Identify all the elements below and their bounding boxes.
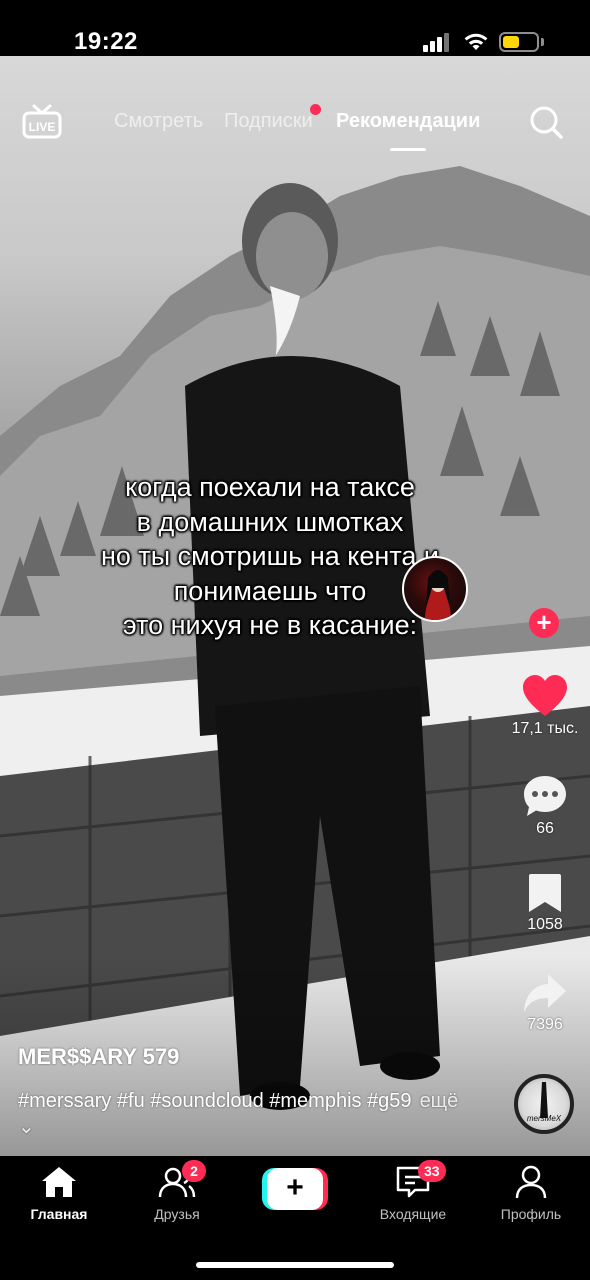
subscriptions-notification-dot — [310, 104, 321, 115]
tab-watch[interactable]: Смотреть — [114, 110, 203, 133]
battery-icon — [499, 32, 539, 52]
author-name[interactable]: MER$$ARY 579 — [18, 1044, 179, 1070]
comment-button[interactable]: 66 — [500, 774, 590, 838]
nav-profile[interactable]: Профиль — [476, 1164, 586, 1222]
nav-friends[interactable]: 2 Друзья — [122, 1160, 232, 1222]
nav-inbox[interactable]: 33 Входящие — [358, 1160, 468, 1222]
author-avatar[interactable] — [402, 556, 468, 622]
top-navigation: LIVE Смотреть Подписки Рекомендации — [0, 96, 590, 156]
share-arrow-icon — [524, 974, 566, 1012]
comment-count: 66 — [536, 820, 554, 837]
music-disc[interactable]: mersMeX — [514, 1074, 574, 1134]
search-icon[interactable] — [528, 104, 564, 140]
status-bar: 19:22 — [0, 0, 590, 56]
bookmark-icon — [529, 874, 561, 912]
create-button[interactable]: + — [262, 1168, 328, 1210]
more-label: ещё — [419, 1090, 459, 1112]
active-tab-indicator — [390, 148, 426, 151]
music-label: mersMeX — [526, 1114, 562, 1123]
nav-profile-label: Профиль — [500, 1206, 562, 1222]
nav-home[interactable]: Главная — [4, 1164, 114, 1222]
save-button[interactable]: 1058 — [500, 872, 590, 934]
plus-icon: + — [267, 1168, 323, 1210]
tab-subscriptions[interactable]: Подписки — [224, 110, 313, 133]
status-time: 19:22 — [74, 28, 138, 55]
nav-inbox-label: Входящие — [379, 1206, 447, 1222]
wifi-icon — [464, 33, 488, 50]
share-button[interactable]: 7396 — [500, 972, 590, 1034]
signal-icon — [423, 32, 451, 52]
hashtags[interactable]: #merssary #fu #soundcloud #memphis #g59 — [18, 1090, 412, 1112]
caption-line: в домашних шмотках — [136, 506, 404, 537]
home-indicator — [196, 1262, 394, 1268]
video-description: #merssary #fu #soundcloud #memphis #g59 е… — [18, 1088, 478, 1140]
like-count: 17,1 тыс. — [511, 720, 579, 737]
share-count: 7396 — [527, 1016, 563, 1033]
live-icon[interactable]: LIVE — [22, 104, 62, 140]
battery-tip — [541, 38, 544, 46]
home-icon — [42, 1167, 76, 1197]
caption-line: когда поехали на таксе — [125, 472, 415, 502]
comment-icon — [524, 776, 566, 816]
follow-button[interactable]: + — [529, 608, 559, 638]
like-button[interactable]: 17,1 тыс. — [500, 674, 590, 738]
friends-badge: 2 — [182, 1160, 206, 1182]
live-label: LIVE — [29, 120, 56, 134]
chevron-down-icon: ⌄ — [18, 1116, 35, 1138]
nav-home-label: Главная — [30, 1206, 88, 1222]
nav-friends-label: Друзья — [154, 1206, 200, 1222]
heart-icon — [523, 675, 567, 716]
profile-icon — [515, 1165, 547, 1199]
tab-recommendations[interactable]: Рекомендации — [336, 110, 480, 133]
inbox-badge: 33 — [418, 1160, 446, 1182]
save-count: 1058 — [527, 916, 563, 933]
